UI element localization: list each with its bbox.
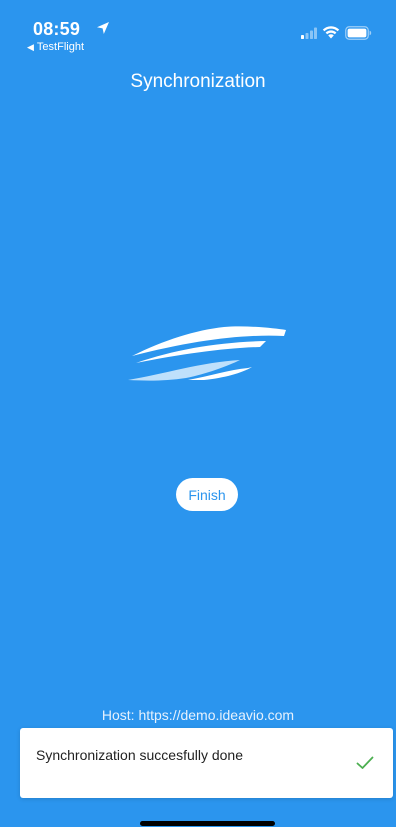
battery-icon [345,26,372,40]
back-to-testflight-link[interactable]: ◀ TestFlight [27,41,84,53]
toast-message: Synchronization succesfully done [36,747,244,763]
checkmark-icon [356,756,374,769]
status-bar: 08:59 ◀ TestFlight [0,0,396,56]
sync-success-toast: Synchronization succesfully done [20,728,393,798]
home-indicator[interactable] [140,821,275,826]
wifi-icon [322,26,340,39]
boat-wave-logo [128,326,286,381]
back-link-label: TestFlight [36,41,84,53]
status-time: 08:59 [33,19,81,39]
cellular-signal-icon [301,27,317,39]
host-label: Host: https://demo.ideavio.com [101,707,295,723]
location-arrow-icon [97,22,109,34]
finish-button[interactable]: Finish [176,478,238,511]
page-title: Synchronization [130,71,266,92]
back-arrow-icon: ◀ [27,41,34,52]
